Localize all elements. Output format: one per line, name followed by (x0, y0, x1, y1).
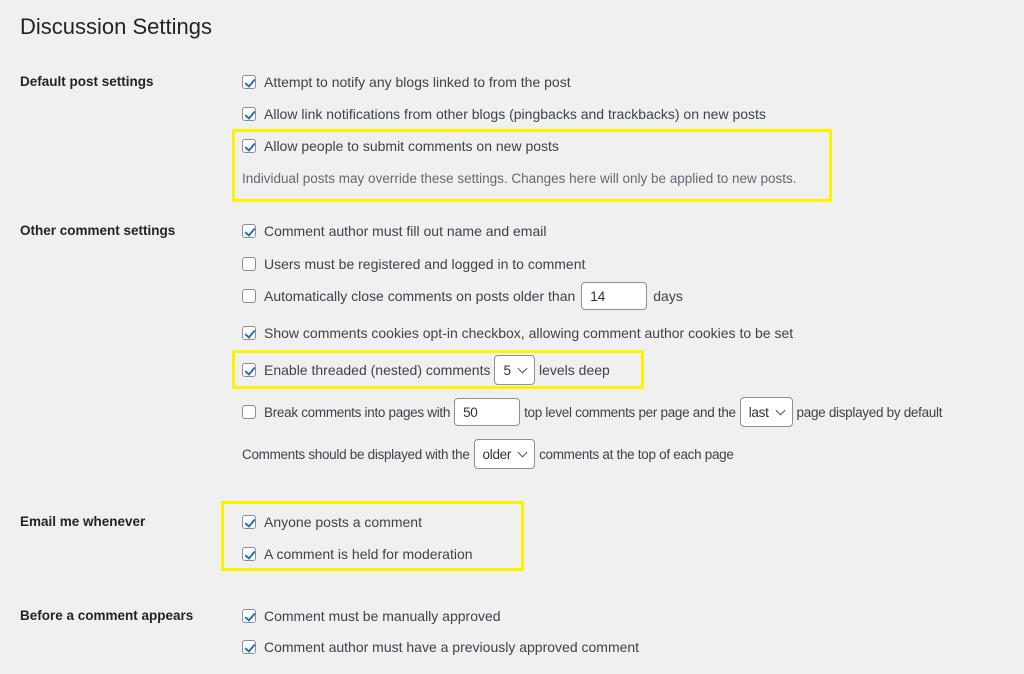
checkbox-label: Users must be registered and logged in t… (264, 256, 586, 272)
checkbox-label: A comment is held for moderation (264, 546, 473, 562)
checkbox-registration-required[interactable] (242, 257, 256, 271)
checkbox-row-notify-blogs[interactable]: Attempt to notify any blogs linked to fr… (242, 74, 571, 90)
chevron-down-icon (517, 363, 528, 373)
checkbox-row-cookies-opt-in[interactable]: Show comments cookies opt-in checkbox, a… (242, 325, 793, 341)
page-title: Discussion Settings (20, 14, 212, 39)
checkbox-label: Comment must be manually approved (264, 608, 501, 624)
checkbox-notify-blogs[interactable] (242, 75, 256, 89)
default-post-description: Individual posts may override these sett… (242, 171, 797, 186)
checkbox-manual-approval[interactable] (242, 609, 256, 623)
days-label: days (653, 288, 683, 304)
checkbox-label: Enable threaded (nested) comments (264, 362, 491, 378)
checkbox-row-previously-approved[interactable]: Comment author must have a previously ap… (242, 639, 639, 655)
checkbox-row-email-new-comment[interactable]: Anyone posts a comment (242, 514, 422, 530)
chevron-down-icon (517, 447, 528, 457)
row-comment-order: Comments should be displayed with the ol… (242, 439, 734, 469)
checkbox-previously-approved[interactable] (242, 640, 256, 654)
section-label-email: Email me whenever (20, 514, 146, 529)
select-value: older (482, 446, 512, 462)
comments-per-page-input[interactable]: 50 (454, 398, 521, 426)
checkbox-email-moderation[interactable] (242, 547, 256, 561)
levels-deep-label: levels deep (538, 362, 610, 378)
chevron-down-icon (775, 405, 785, 415)
comment-order-select[interactable]: older (473, 439, 536, 469)
select-value: 5 (503, 362, 511, 378)
close-days-input[interactable]: 14 (581, 282, 648, 310)
checkbox-label: Allow people to submit comments on new p… (264, 138, 559, 154)
row-close-comments: Automatically close comments on posts ol… (242, 282, 683, 310)
comment-order-suffix: comments at the top of each page (539, 446, 734, 462)
checkbox-row-allow-comments[interactable]: Allow people to submit comments on new p… (242, 138, 559, 154)
checkbox-threaded-comments[interactable] (242, 363, 256, 377)
checkbox-label: Automatically close comments on posts ol… (264, 288, 576, 304)
checkbox-require-name-email[interactable] (242, 224, 256, 238)
checkbox-close-comments[interactable] (242, 289, 256, 303)
checkbox-cookies-opt-in[interactable] (242, 326, 256, 340)
checkbox-label: Show comments cookies opt-in checkbox, a… (264, 325, 794, 341)
section-label-before-appears: Before a comment appears (20, 608, 194, 623)
checkbox-row-manual-approval[interactable]: Comment must be manually approved (242, 608, 501, 624)
checkbox-label: Anyone posts a comment (264, 514, 422, 530)
row-threaded-comments: Enable threaded (nested) comments 5 leve… (242, 355, 610, 385)
checkbox-label: Break comments into pages with (264, 404, 451, 420)
checkbox-row-require-name-email[interactable]: Comment author must fill out name and em… (242, 223, 546, 239)
checkbox-paginate-comments[interactable] (242, 405, 256, 419)
checkbox-label: Comment author must fill out name and em… (264, 223, 547, 239)
checkbox-pingbacks[interactable] (242, 107, 256, 121)
checkbox-label: Allow link notifications from other blog… (264, 106, 766, 122)
section-label-other-comment: Other comment settings (20, 223, 176, 238)
checkbox-label: Attempt to notify any blogs linked to fr… (264, 74, 571, 90)
paginate-middle-label: top level comments per page and the (524, 404, 736, 420)
comment-order-prefix: Comments should be displayed with the (242, 446, 470, 462)
checkbox-email-new-comment[interactable] (242, 515, 256, 529)
checkbox-allow-comments[interactable] (242, 139, 256, 153)
thread-depth-select[interactable]: 5 (494, 355, 535, 385)
checkbox-row-pingbacks[interactable]: Allow link notifications from other blog… (242, 106, 766, 122)
default-page-select[interactable]: last (739, 397, 793, 427)
checkbox-row-email-moderation[interactable]: A comment is held for moderation (242, 546, 473, 562)
select-value: last (748, 404, 769, 420)
row-paginate-comments: Break comments into pages with 50 top le… (242, 397, 942, 427)
section-label-default-post: Default post settings (20, 74, 154, 89)
checkbox-row-registration-required[interactable]: Users must be registered and logged in t… (242, 256, 585, 272)
checkbox-label: Comment author must have a previously ap… (264, 639, 640, 655)
paginate-suffix-label: page displayed by default (796, 404, 943, 420)
